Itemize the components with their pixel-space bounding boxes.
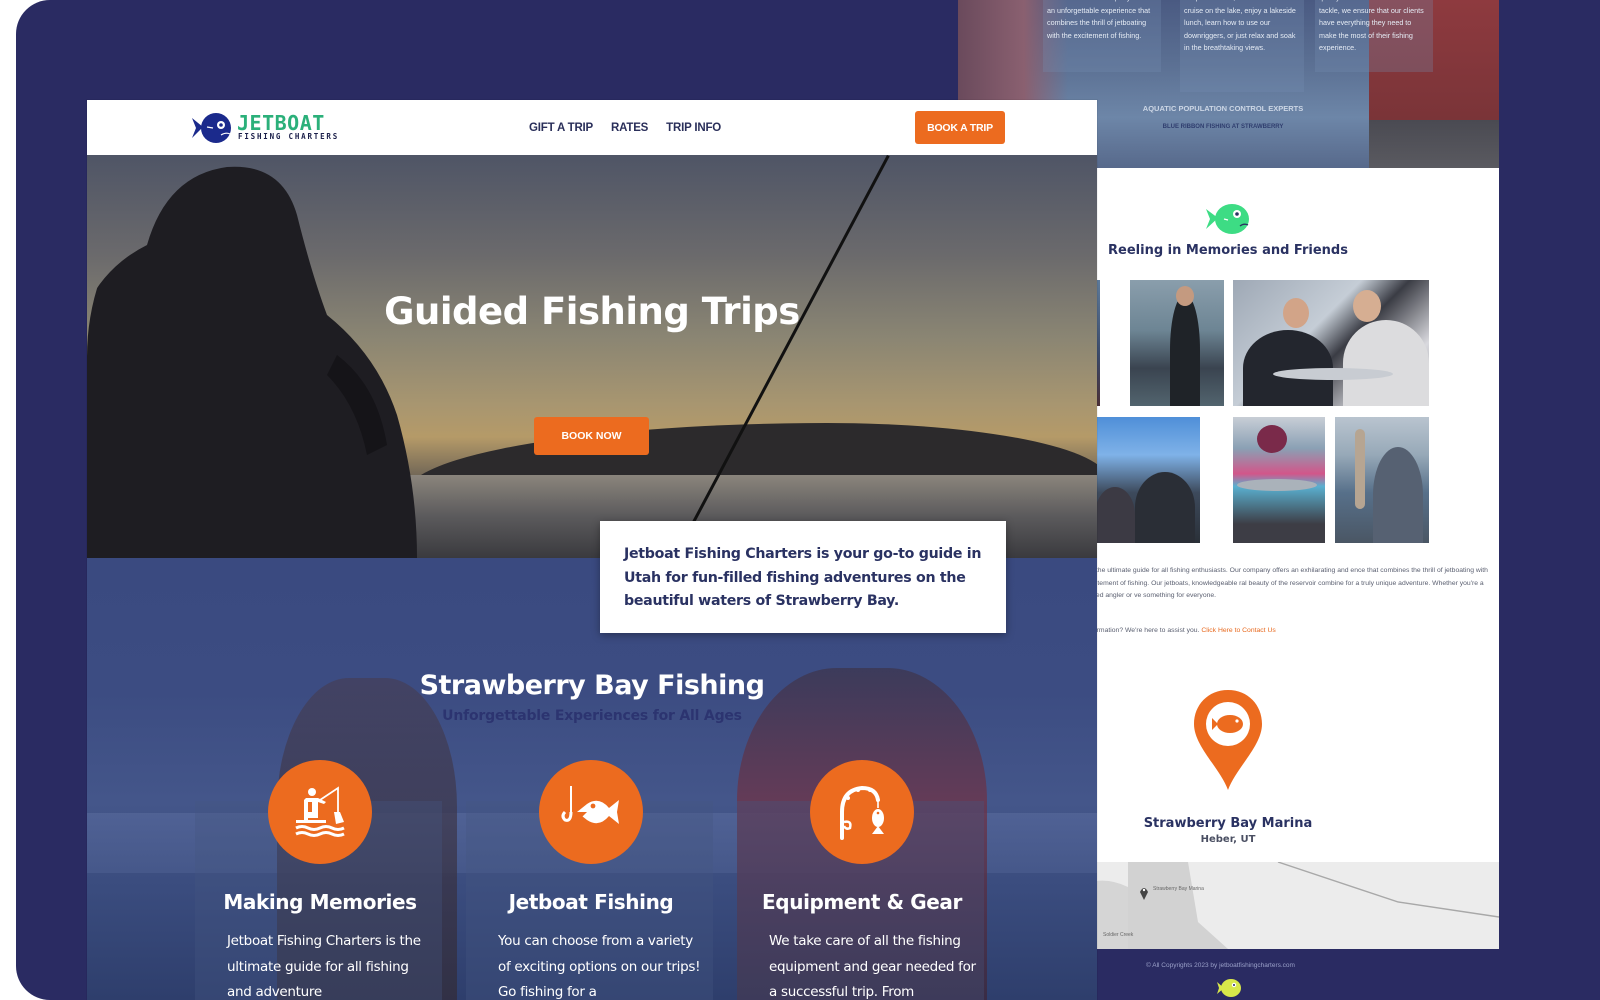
hero-silhouette <box>87 166 417 558</box>
bg-feature-column: couple of hours, take a scenic cruise on… <box>1180 0 1304 92</box>
hero-title: Guided Fishing Trips <box>384 290 800 333</box>
fishing-rod-with-fish-icon <box>840 785 884 840</box>
feature-title: Jetboat Fishing <box>508 890 674 914</box>
feature-text: You can choose from a variety of excitin… <box>498 933 701 1000</box>
book-a-trip-button[interactable]: BOOK A TRIP <box>915 111 1005 144</box>
bg-tagline: AQUATIC POPULATION CONTROL EXPERTS <box>1142 104 1304 113</box>
bg-feature-text: quality rods and reels to bait and tackl… <box>1319 0 1424 53</box>
yellow-fish-icon <box>1217 979 1241 997</box>
logo-subtitle: FISHING CHARTERS <box>238 132 340 141</box>
feature-text: Jetboat Fishing Charters is the ultimate… <box>227 933 421 1000</box>
gallery-photo[interactable] <box>1335 417 1429 543</box>
gallery-photo[interactable] <box>1233 417 1325 543</box>
website-homepage: JETBOAT FISHING CHARTERS GIFT A TRIP RAT… <box>87 100 1097 1000</box>
feature-icon-circle <box>810 760 914 864</box>
contact-line: ore information? We're here to assist yo… <box>1074 627 1494 634</box>
hero-banner: Guided Fishing Trips BOOK NOW <box>87 155 1097 558</box>
map-label: Strawberry Bay Marina <box>1153 886 1204 892</box>
location-city: Heber, UT <box>1200 834 1256 845</box>
bg-feature-text: couple of hours, take a scenic cruise on… <box>1184 0 1296 53</box>
book-now-button[interactable]: BOOK NOW <box>534 417 649 455</box>
site-header: JETBOAT FISHING CHARTERS GIFT A TRIP RAT… <box>87 100 1097 155</box>
fish-logo-icon <box>192 113 231 143</box>
nav-trip-info[interactable]: TRIP INFO <box>666 122 721 134</box>
feature-title: Making Memories <box>223 890 417 914</box>
about-paragraph: ters, is the ultimate guide for all fish… <box>1074 567 1488 599</box>
footer-copyright: © All Copyrights 2023 by jetboatfishingc… <box>1146 962 1295 969</box>
main-nav: GIFT A TRIP RATES TRIP INFO <box>529 100 721 155</box>
gallery-photo[interactable] <box>1130 280 1224 406</box>
bg-feature-column: enthusiasts. Our company offers an unfor… <box>1043 0 1161 72</box>
bg-feature-column: quality rods and reels to bait and tackl… <box>1315 0 1433 72</box>
fisherman-on-dock-icon <box>295 786 345 837</box>
bg-feature-text: enthusiasts. Our company offers an unfor… <box>1047 0 1151 40</box>
section-subtitle: Unforgettable Experiences for All Ages <box>442 708 742 724</box>
location-name: Strawberry Bay Marina <box>1143 816 1313 831</box>
feature-text: We take care of all the fishing equipmen… <box>769 933 976 1000</box>
intro-card: Jetboat Fishing Charters is your go-to g… <box>600 521 1006 633</box>
bg-subtagline: BLUE RIBBON FISHING AT STRAWBERRY <box>1162 124 1284 130</box>
site-logo[interactable]: JETBOAT FISHING CHARTERS <box>191 111 351 145</box>
feature-title: Equipment & Gear <box>762 890 962 914</box>
contact-link[interactable]: Click Here to Contact Us <box>1201 627 1275 634</box>
nav-gift-a-trip[interactable]: GIFT A TRIP <box>529 122 593 134</box>
gallery-title: Reeling in Memories and Friends <box>1108 243 1348 258</box>
fish-eating-hook-icon <box>561 786 619 824</box>
nav-rates[interactable]: RATES <box>611 122 648 134</box>
feature-icon-circle <box>268 760 372 864</box>
section-title: Strawberry Bay Fishing <box>419 670 765 701</box>
intro-text: Jetboat Fishing Charters is your go-to g… <box>624 546 982 609</box>
map-label: Soldier Creek <box>1103 932 1134 938</box>
green-fish-icon <box>1206 204 1249 234</box>
location-pin-icon <box>1194 690 1262 790</box>
feature-icon-circle <box>539 760 643 864</box>
gallery-photo[interactable] <box>1233 280 1429 406</box>
